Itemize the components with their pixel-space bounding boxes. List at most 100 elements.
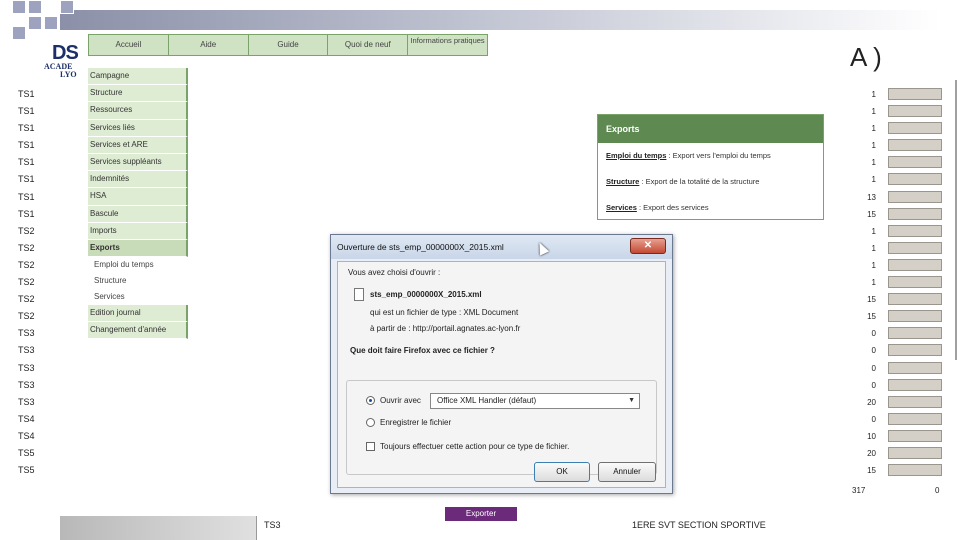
nav-accueil[interactable]: Accueil: [89, 35, 169, 55]
table-input-cell[interactable]: [888, 291, 942, 308]
table-input-cell[interactable]: [888, 103, 942, 120]
class-item: TS5: [18, 447, 35, 458]
dialog-intro: Vous avez choisi d'ouvrir :: [348, 268, 441, 277]
table-cell: 20: [867, 397, 876, 407]
bottom-section-label: 1ERE SVT SECTION SPORTIVE: [632, 520, 766, 530]
sidebar-item-services-lies[interactable]: Services liés: [88, 119, 188, 137]
decor-square: [28, 16, 42, 30]
class-item: TS2: [18, 277, 35, 288]
submenu-item-services[interactable]: Services: [88, 289, 188, 306]
file-icon: [354, 288, 364, 301]
class-item: TS4: [18, 430, 35, 441]
table-input-cell[interactable]: [888, 189, 942, 206]
table-cell: 1: [871, 107, 876, 117]
table-input-cell[interactable]: [888, 86, 942, 103]
table-cell: 1: [871, 243, 876, 253]
sidebar-item-ressources[interactable]: Ressources: [88, 102, 188, 120]
nav-quoi-de-neuf[interactable]: Quoi de neuf: [328, 35, 409, 55]
class-item: TS1: [18, 106, 35, 117]
table-input-cell[interactable]: [888, 445, 942, 462]
decor-square: [44, 16, 58, 30]
class-item: TS2: [18, 259, 35, 270]
bottom-class-label: TS3: [264, 520, 281, 530]
table-input-cell[interactable]: [888, 154, 942, 171]
academy-logo: DS ACADE LYO: [44, 40, 92, 80]
dialog-title: Ouverture de sts_emp_0000000X_2015.xml: [337, 242, 504, 252]
sidebar-item-campagne[interactable]: Campagne: [88, 68, 188, 86]
submenu-item-emploi-du-temps[interactable]: Emploi du temps: [88, 257, 188, 274]
sidebar-item-exports[interactable]: Exports: [88, 239, 188, 258]
export-desc: : Export de la totalité de la structure: [639, 177, 760, 186]
table-input-cell[interactable]: [888, 137, 942, 154]
right-input-column: [888, 86, 942, 479]
slide-title-fragment: A ): [850, 42, 882, 72]
dialog-body: Vous avez choisi d'ouvrir : sts_emp_0000…: [337, 261, 666, 488]
export-button[interactable]: Exporter: [445, 507, 517, 521]
class-item: TS5: [18, 465, 35, 476]
submenu-item-structure[interactable]: Structure: [88, 273, 188, 290]
table-input-cell[interactable]: [888, 120, 942, 137]
class-item: TS1: [18, 208, 35, 219]
class-item: TS3: [18, 396, 35, 407]
class-item: TS2: [18, 311, 35, 322]
dialog-titlebar[interactable]: Ouverture de sts_emp_0000000X_2015.xml ✕: [331, 235, 672, 259]
sidebar-item-imports[interactable]: Imports: [88, 222, 188, 240]
table-input-cell[interactable]: [888, 377, 942, 394]
close-icon[interactable]: ✕: [630, 238, 666, 254]
table-input-cell[interactable]: [888, 240, 942, 257]
table-input-cell[interactable]: [888, 428, 942, 445]
class-item: TS1: [18, 157, 35, 168]
table-cell: 1: [871, 90, 876, 99]
scrollbar[interactable]: [955, 80, 957, 360]
decor-square: [12, 26, 26, 40]
table-input-cell[interactable]: [888, 308, 942, 325]
save-file-radio[interactable]: [366, 418, 375, 427]
table-input-cell[interactable]: [888, 257, 942, 274]
sidebar-item-indemnites[interactable]: Indemnités: [88, 171, 188, 189]
table-cell: 15: [867, 312, 876, 322]
table-input-cell[interactable]: [888, 223, 942, 240]
table-input-cell[interactable]: [888, 206, 942, 223]
sidebar-item-changement-annee[interactable]: Changement d'année: [88, 322, 188, 340]
nav-informations-pratiques[interactable]: Informations pratiques: [408, 35, 487, 55]
chevron-down-icon: ▼: [628, 397, 635, 404]
table-input-cell[interactable]: [888, 360, 942, 377]
always-checkbox[interactable]: [366, 442, 375, 451]
open-with-radio[interactable]: [366, 396, 375, 405]
class-item: TS2: [18, 225, 35, 236]
sidebar-item-services-suppleants[interactable]: Services suppléants: [88, 153, 188, 172]
class-item: TS3: [18, 379, 35, 390]
exports-line: Emploi du temps : Export vers l'emploi d…: [598, 143, 823, 169]
logo-sub-text-2: LYO: [60, 70, 77, 79]
divider: [256, 516, 257, 540]
table-input-cell[interactable]: [888, 171, 942, 188]
table-input-cell[interactable]: [888, 325, 942, 342]
table-cell: 1: [871, 158, 876, 168]
cancel-button[interactable]: Annuler: [598, 462, 656, 482]
export-link-structure[interactable]: Structure: [606, 177, 639, 186]
open-file-dialog: Ouverture de sts_emp_0000000X_2015.xml ✕…: [330, 234, 673, 494]
table-cell: 15: [867, 209, 876, 219]
table-input-cell[interactable]: [888, 274, 942, 291]
ok-button[interactable]: OK: [534, 462, 590, 482]
table-input-cell[interactable]: [888, 394, 942, 411]
table-input-cell[interactable]: [888, 342, 942, 359]
nav-aide[interactable]: Aide: [169, 35, 249, 55]
export-link-emploi-du-temps[interactable]: Emploi du temps: [606, 151, 666, 160]
sidebar-item-bascule[interactable]: Bascule: [88, 205, 188, 223]
exports-line: Services : Export des services: [598, 195, 823, 221]
sidebar-item-structure[interactable]: Structure: [88, 85, 188, 103]
nav-guide[interactable]: Guide: [249, 35, 329, 55]
class-item: TS3: [18, 345, 35, 356]
class-item: TS1: [18, 140, 35, 151]
class-item: TS1: [18, 89, 35, 99]
sidebar-item-services-are[interactable]: Services et ARE: [88, 136, 188, 154]
save-file-label: Enregistrer le fichier: [380, 418, 452, 427]
sidebar-item-edition-journal[interactable]: Edition journal: [88, 305, 188, 323]
table-input-cell[interactable]: [888, 462, 942, 479]
table-input-cell[interactable]: [888, 411, 942, 428]
export-link-services[interactable]: Services: [606, 203, 637, 212]
sidebar-item-hsa[interactable]: HSA: [88, 188, 188, 206]
dialog-file-source: à partir de : http://portail.agnates.ac-…: [370, 324, 521, 333]
open-with-select[interactable]: Office XML Handler (défaut) ▼: [430, 393, 640, 409]
